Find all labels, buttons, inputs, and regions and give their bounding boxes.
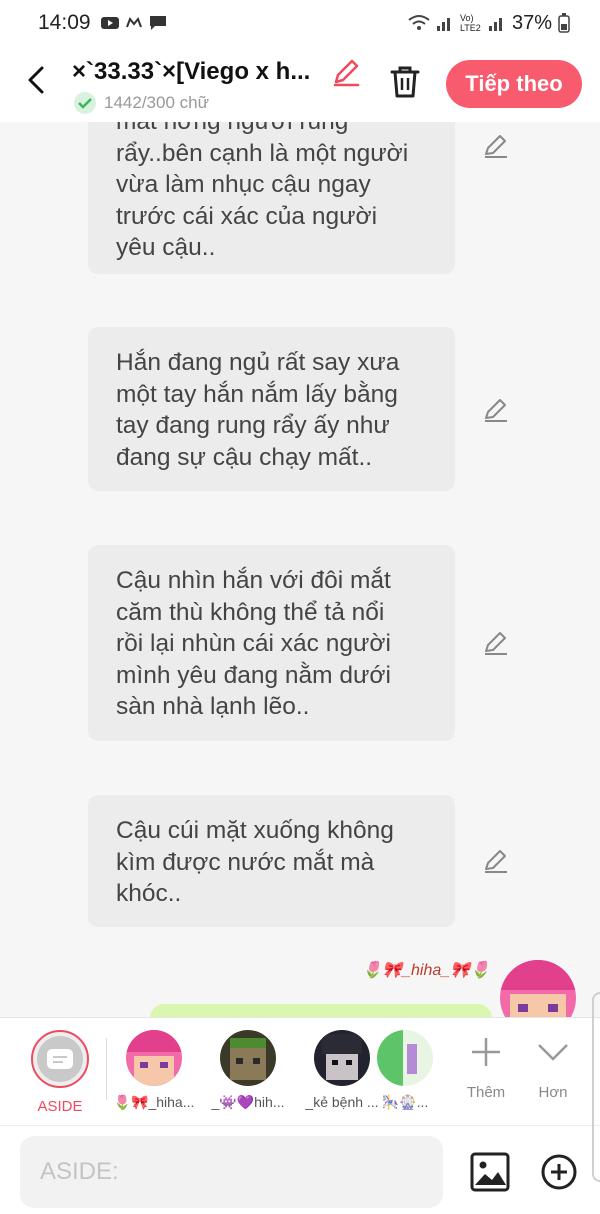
battery-percent: 37% bbox=[511, 11, 552, 34]
word-count: 1442/300 chữ bbox=[74, 92, 209, 114]
message-bubble[interactable]: Hắn đang ngủ rất say xưa một tay hắn nắm… bbox=[88, 327, 455, 491]
edit-message-icon[interactable] bbox=[482, 847, 510, 875]
message-list[interactable]: mất hỡng người rung rẩy..bên cạnh là một… bbox=[0, 122, 600, 1017]
next-button[interactable]: Tiếp theo bbox=[446, 60, 582, 108]
input-bar bbox=[0, 1125, 600, 1214]
message-text: Cậu cúi mặt xuống không kìm được nước mắ… bbox=[116, 817, 394, 907]
aside-avatar bbox=[31, 1030, 89, 1088]
delete-button[interactable] bbox=[388, 64, 422, 100]
more-label: Hơn bbox=[538, 1084, 568, 1101]
message-bubble[interactable]: Cậu cúi mặt xuống không kìm được nước mắ… bbox=[88, 795, 455, 927]
edit-message-icon[interactable] bbox=[482, 396, 510, 424]
character-name: 🎠🎡... bbox=[381, 1094, 429, 1110]
message-icon bbox=[149, 16, 166, 30]
message-bubble[interactable]: Cậu nhìn hắn với đôi mắt căm thù không t… bbox=[88, 545, 455, 741]
status-bar: 14:09 Vo) LTE2 37% bbox=[0, 0, 600, 46]
youtube-icon bbox=[100, 17, 119, 29]
aside-label: ASIDE bbox=[37, 1098, 83, 1115]
status-right: Vo) LTE2 37% bbox=[408, 12, 570, 35]
aside-input[interactable] bbox=[20, 1136, 443, 1208]
edit-message-icon[interactable] bbox=[482, 132, 510, 160]
character-avatar bbox=[314, 1030, 370, 1086]
character-item[interactable]: 🌷🎀_hiha... bbox=[109, 1030, 199, 1111]
divider bbox=[106, 1038, 107, 1100]
character-item[interactable]: _kẻ bệnh ... bbox=[297, 1030, 387, 1110]
edit-title-button[interactable] bbox=[330, 56, 362, 88]
word-count-text: 1442/300 chữ bbox=[104, 93, 209, 112]
image-icon[interactable] bbox=[470, 1152, 510, 1192]
character-bar: ASIDE 🌷🎀_hiha... _👾💜hih... _kẻ bệnh ... … bbox=[0, 1017, 600, 1125]
more-button[interactable]: Hơn bbox=[523, 1032, 583, 1101]
my-avatar[interactable] bbox=[500, 960, 576, 1017]
character-name: 🌷🎀_hiha... bbox=[113, 1094, 195, 1110]
character-item[interactable]: _👾💜hih... bbox=[203, 1030, 293, 1111]
plus-icon bbox=[472, 1038, 500, 1066]
my-sender-name: 🌷🎀_hiha_🎀🌷 bbox=[362, 962, 490, 979]
message-text: Hắn đang ngủ rất say xưa một tay hắn nắm… bbox=[116, 349, 400, 471]
battery-icon bbox=[558, 13, 570, 33]
character-name: _👾💜hih... bbox=[211, 1094, 285, 1110]
character-name: _kẻ bệnh ... bbox=[305, 1094, 379, 1110]
network-label: Vo) LTE2 bbox=[459, 13, 481, 33]
add-circle-icon[interactable] bbox=[540, 1153, 578, 1191]
gmail-icon bbox=[125, 17, 142, 28]
chevron-down-icon bbox=[538, 1044, 568, 1061]
character-avatar bbox=[377, 1030, 433, 1086]
editor-header: ×`33.33`×[Viego x h... 1442/300 chữ Tiếp… bbox=[0, 46, 600, 122]
signal-icon bbox=[436, 18, 450, 31]
notification-icons bbox=[100, 15, 167, 31]
story-title: ×`33.33`×[Viego x h... bbox=[72, 58, 311, 85]
add-character-button[interactable]: Thêm bbox=[456, 1032, 516, 1101]
character-avatar bbox=[220, 1030, 276, 1086]
check-icon bbox=[74, 92, 96, 114]
message-bubble[interactable]: mất hỡng người rung rẩy..bên cạnh là một… bbox=[88, 122, 455, 274]
aside-chip[interactable]: ASIDE bbox=[15, 1030, 105, 1115]
chat-bubble-icon bbox=[47, 1049, 73, 1069]
status-time: 14:09 bbox=[38, 11, 91, 34]
add-label: Thêm bbox=[466, 1084, 506, 1101]
app: 14:09 Vo) LTE2 37% ×`33.33`×[Viego x h..… bbox=[0, 0, 600, 1214]
wifi-icon bbox=[408, 15, 430, 30]
signal-icon-2 bbox=[488, 18, 502, 31]
message-text: Cậu nhìn hắn với đôi mắt căm thù không t… bbox=[116, 567, 391, 720]
my-message-bubble[interactable] bbox=[150, 1004, 492, 1017]
edit-message-icon[interactable] bbox=[482, 629, 510, 657]
message-text: mất hỡng người rung rẩy..bên cạnh là một… bbox=[116, 122, 409, 261]
character-item[interactable]: 🎠🎡... bbox=[375, 1030, 435, 1111]
character-avatar bbox=[126, 1030, 182, 1086]
scroll-handle[interactable] bbox=[592, 992, 600, 1182]
back-button[interactable] bbox=[22, 62, 52, 98]
